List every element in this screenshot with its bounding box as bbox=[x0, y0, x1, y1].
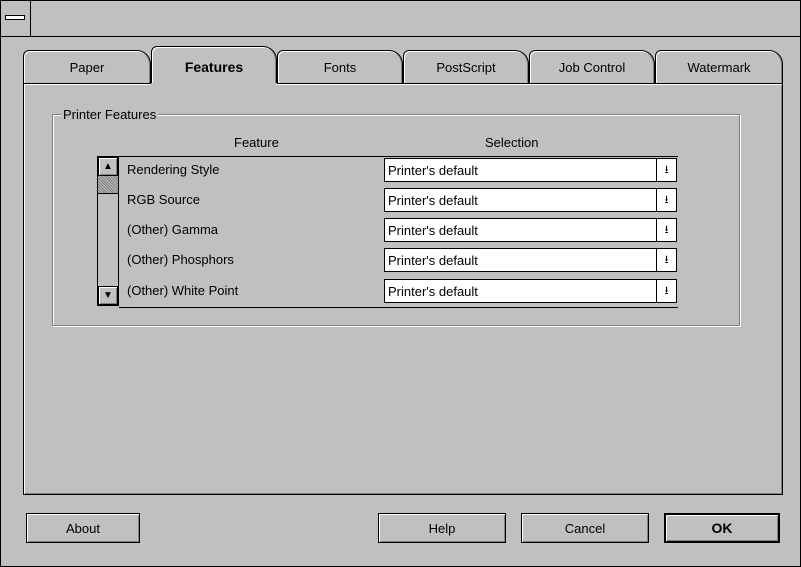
rendering-style-select[interactable]: Printer's default ⭳ bbox=[384, 158, 677, 182]
features-scrollbar[interactable]: ▲ ▼ bbox=[97, 156, 119, 306]
dropdown-arrow-icon[interactable]: ⭳ bbox=[656, 219, 676, 241]
tab-watermark[interactable]: Watermark bbox=[655, 50, 783, 84]
select-value: Printer's default bbox=[388, 252, 478, 268]
dropdown-arrow-icon[interactable]: ⭳ bbox=[656, 249, 676, 271]
tab-job-control[interactable]: Job Control bbox=[529, 50, 655, 84]
phosphors-select[interactable]: Printer's default ⭳ bbox=[384, 248, 677, 272]
scroll-down-button[interactable]: ▼ bbox=[98, 286, 118, 305]
help-button[interactable]: Help bbox=[378, 513, 506, 543]
selection-column-header: Selection bbox=[485, 135, 539, 150]
feature-label: (Other) Phosphors bbox=[127, 252, 234, 267]
system-menu-button[interactable] bbox=[1, 1, 31, 36]
dropdown-arrow-icon[interactable]: ⭳ bbox=[656, 280, 676, 302]
feature-label: (Other) Gamma bbox=[127, 222, 219, 237]
tab-postscript[interactable]: PostScript bbox=[403, 50, 529, 84]
tab-fonts-label: Fonts bbox=[323, 60, 357, 75]
dropdown-arrow-icon[interactable]: ⭳ bbox=[656, 159, 676, 181]
select-value: Printer's default bbox=[388, 192, 478, 208]
feature-label: (Other) White Point bbox=[127, 283, 239, 298]
arrow-down-icon: ▼ bbox=[103, 290, 113, 301]
tab-job-control-label: Job Control bbox=[558, 60, 626, 75]
select-value: Printer's default bbox=[388, 162, 478, 178]
about-button-label: About bbox=[66, 520, 100, 536]
cancel-button-label: Cancel bbox=[564, 520, 606, 536]
about-button[interactable]: About bbox=[26, 513, 140, 543]
ok-button-label: OK bbox=[711, 520, 733, 536]
title-bar bbox=[1, 1, 800, 37]
scroll-up-button[interactable]: ▲ bbox=[98, 157, 118, 176]
cancel-button[interactable]: Cancel bbox=[521, 513, 649, 543]
feature-column-header: Feature bbox=[234, 135, 279, 150]
tab-watermark-label: Watermark bbox=[687, 60, 751, 75]
system-menu-icon bbox=[5, 15, 25, 20]
printer-properties-window: Paper Features Fonts PostScript Job Cont… bbox=[0, 0, 801, 567]
tab-features-label: Features bbox=[184, 58, 244, 75]
tab-features[interactable]: Features bbox=[151, 46, 277, 86]
help-button-label: Help bbox=[428, 520, 456, 536]
tab-paper-label: Paper bbox=[69, 60, 105, 75]
tab-paper[interactable]: Paper bbox=[23, 50, 151, 84]
dropdown-arrow-icon[interactable]: ⭳ bbox=[656, 189, 676, 211]
select-value: Printer's default bbox=[388, 283, 478, 299]
ok-button[interactable]: OK bbox=[664, 513, 780, 543]
tab-fonts[interactable]: Fonts bbox=[277, 50, 403, 84]
feature-label: RGB Source bbox=[127, 192, 200, 207]
group-label: Printer Features bbox=[61, 107, 159, 122]
arrow-up-icon: ▲ bbox=[103, 161, 113, 172]
tab-postscript-label: PostScript bbox=[436, 60, 496, 75]
feature-label: Rendering Style bbox=[127, 162, 220, 177]
gamma-select[interactable]: Printer's default ⭳ bbox=[384, 218, 677, 242]
white-point-select[interactable]: Printer's default ⭳ bbox=[384, 279, 677, 303]
select-value: Printer's default bbox=[388, 222, 478, 238]
scroll-thumb[interactable] bbox=[98, 176, 118, 194]
rgb-source-select[interactable]: Printer's default ⭳ bbox=[384, 188, 677, 212]
active-tab-join bbox=[151, 83, 277, 86]
